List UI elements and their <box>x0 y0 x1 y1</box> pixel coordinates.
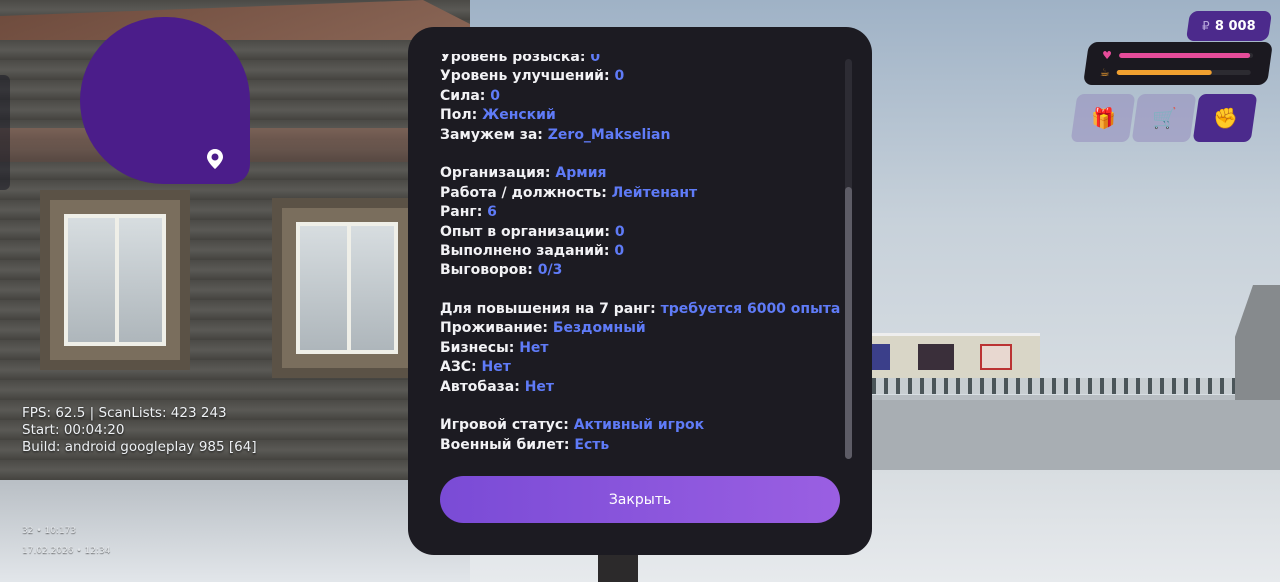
close-button[interactable]: Закрыть <box>440 476 840 523</box>
stat-label: Для повышения на 7 ранг: <box>440 301 656 318</box>
stat-line: Для повышения на 7 ранг: требуется 6000 … <box>440 300 840 319</box>
stat-line: Пол: Женский <box>440 106 840 125</box>
stat-line: Автобаза: Нет <box>440 378 840 397</box>
session-start: Start: 00:04:20 <box>22 422 125 438</box>
poster <box>980 344 1012 370</box>
stat-label: Опыт в организации: <box>440 223 611 240</box>
stat-label: Автобаза: <box>440 378 520 395</box>
stat-value: Активный игрок <box>573 417 705 434</box>
stat-value: 6 <box>487 204 497 221</box>
stat-line: Игровой статус: Активный игрок <box>440 416 840 435</box>
stat-line: Опыт в организации: 0 <box>440 223 840 242</box>
stat-label: Организация: <box>440 165 551 182</box>
stat-value: 0 <box>614 242 625 259</box>
fist-button[interactable]: ✊ <box>1192 94 1258 142</box>
stat-label: Проживание: <box>440 320 548 337</box>
stat-label: Выполнено заданий: <box>440 242 610 259</box>
poster <box>918 344 954 370</box>
stat-label: Замужем за: <box>440 126 543 143</box>
player-stats-dialog: Уровень розыска: 0 Уровень улучшений: 0 Си… <box>408 27 872 555</box>
stat-line: Проживание: Бездомный <box>440 319 840 338</box>
gift-button[interactable]: 🎁 <box>1070 94 1136 142</box>
stat-value: Бездомный <box>552 320 646 337</box>
fps-readout: FPS: 62.5 | ScanLists: 423 243 <box>22 405 227 421</box>
fist-icon: ✊ <box>1212 106 1238 130</box>
stat-label: Пол: <box>440 107 478 124</box>
tiny-info: 32 • 10:173 <box>22 526 77 536</box>
stat-value: Лейтенант <box>611 184 698 201</box>
stats-scroll-area[interactable]: Уровень розыска: 0 Уровень улучшений: 0 Си… <box>440 54 850 480</box>
stat-value: 0 <box>490 87 501 104</box>
stat-line: Выговоров: 0/3 <box>440 261 840 280</box>
location-pin-icon[interactable] <box>206 148 224 170</box>
health-bar <box>1119 53 1254 58</box>
stat-label: Выговоров: <box>440 262 533 279</box>
stat-line: Уровень розыска: 0 <box>440 54 840 67</box>
cart-icon: 🛒 <box>1151 106 1177 130</box>
road <box>860 400 1280 470</box>
stat-value: 0/3 <box>537 262 563 279</box>
stat-line: Бизнесы: Нет <box>440 339 840 358</box>
stat-label: Сила: <box>440 87 486 104</box>
build-info: Build: android googleplay 985 [64] <box>22 439 257 455</box>
stat-line: АЗС: Нет <box>440 358 840 377</box>
ruble-icon: ₽ <box>1201 19 1210 33</box>
stat-value: Армия <box>555 165 607 182</box>
player-stats: ♥ ☕ <box>1082 42 1274 85</box>
stat-line: Работа / должность: Лейтенант <box>440 184 840 203</box>
shop-button[interactable]: 🛒 <box>1131 94 1197 142</box>
stat-line: Ранг: 6 <box>440 203 840 222</box>
house-window <box>272 198 422 378</box>
scrollbar-thumb[interactable] <box>845 187 852 459</box>
distant-building <box>868 333 1040 381</box>
player-character <box>598 555 638 582</box>
stat-value: Женский <box>482 107 556 124</box>
stat-value: 0 <box>614 68 625 85</box>
debug-overlay: FPS: 62.5 | ScanLists: 423 243 Start: 00… <box>22 405 257 456</box>
stat-value: Нет <box>519 339 549 356</box>
money-display: ₽ 8 008 <box>1185 11 1273 41</box>
stat-label: АЗС: <box>440 359 477 376</box>
stat-label: Работа / должность: <box>440 184 607 201</box>
house-window <box>40 190 190 370</box>
stat-label: Уровень улучшений: <box>440 68 610 85</box>
stat-line: Организация: Армия <box>440 164 840 183</box>
stat-value: Zero_Makselian <box>547 126 671 143</box>
stat-value: требуется 6000 опыта <box>660 301 841 318</box>
poster <box>872 344 890 370</box>
stat-value: Есть <box>574 436 610 453</box>
stats-list: Уровень розыска: 0 Уровень улучшений: 0 Си… <box>440 54 840 455</box>
stat-value: 0 <box>590 54 601 65</box>
stat-line: Военный билет: Есть <box>440 436 840 455</box>
tiny-date: 17.02.2026 • 12:34 <box>22 546 111 556</box>
stat-label: Уровень розыска: <box>440 54 586 65</box>
stat-line: Замужем за: Zero_Makselian <box>440 126 840 145</box>
stat-value: Нет <box>481 359 511 376</box>
money-amount: 8 008 <box>1215 18 1257 34</box>
side-panel-handle[interactable] <box>0 75 10 190</box>
stat-line: Выполнено заданий: 0 <box>440 242 840 261</box>
stat-line: Сила: 0 <box>440 87 840 106</box>
minimap[interactable] <box>80 17 250 184</box>
stat-label: Игровой статус: <box>440 417 569 434</box>
cup-icon: ☕ <box>1099 66 1110 79</box>
heart-icon: ♥ <box>1102 49 1113 62</box>
stat-label: Военный билет: <box>440 436 570 453</box>
stat-label: Бизнесы: <box>440 339 515 356</box>
hunger-bar <box>1116 70 1251 75</box>
stat-label: Ранг: <box>440 204 483 221</box>
gift-icon: 🎁 <box>1090 106 1116 130</box>
stat-line: Уровень улучшений: 0 <box>440 67 840 86</box>
stat-value: 0 <box>614 223 625 240</box>
stat-value: Нет <box>524 378 555 395</box>
fence <box>872 378 1252 394</box>
